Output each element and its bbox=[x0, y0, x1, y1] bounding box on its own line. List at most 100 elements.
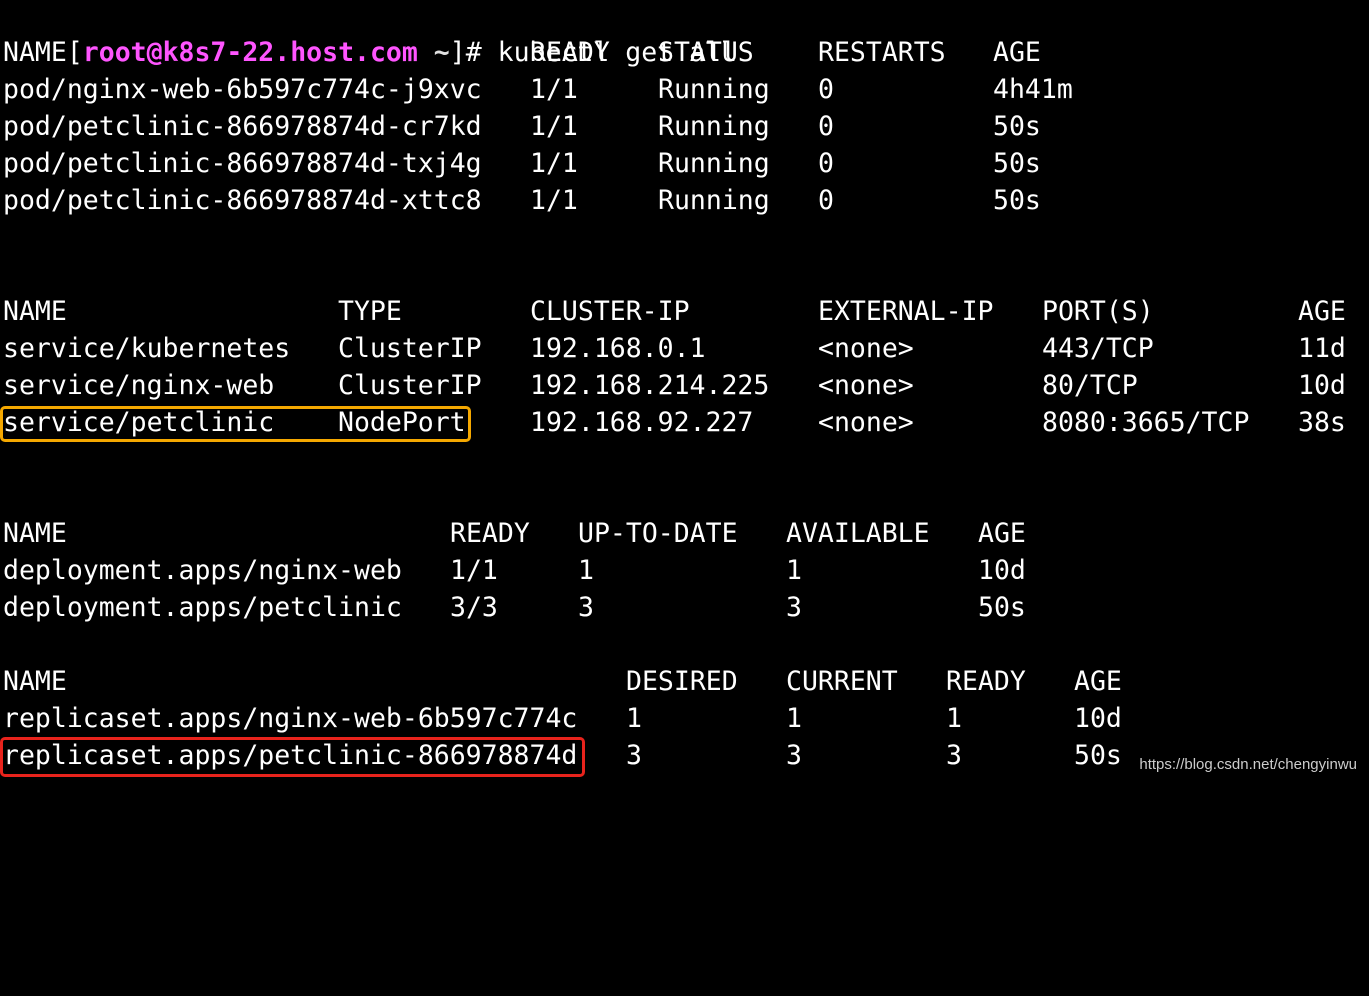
svc-col-cluster-ip: CLUSTER-IP bbox=[530, 296, 690, 327]
svc-type: NodePort bbox=[338, 407, 466, 438]
prompt-symbol: ]# bbox=[449, 37, 498, 68]
rs-age: 10d bbox=[1074, 703, 1122, 734]
svc-col-external-ip: EXTERNAL-IP bbox=[818, 296, 994, 327]
deploy-available: 1 bbox=[786, 555, 802, 586]
deploy-col-ready: READY bbox=[450, 518, 530, 549]
rs-desired: 1 bbox=[626, 703, 642, 734]
pod-restarts: 0 bbox=[818, 74, 834, 105]
svc-cluster-ip: 192.168.214.225 bbox=[530, 370, 770, 401]
svc-age: 11d bbox=[1298, 333, 1346, 364]
table-row: pod/petclinic-866978874d-xttc8 1/1 Runni… bbox=[3, 182, 1041, 219]
rs-ready: 3 bbox=[946, 740, 962, 771]
rs-col-current: CURRENT bbox=[786, 666, 898, 697]
pod-age: 50s bbox=[993, 185, 1041, 216]
prompt-user-host: root@k8s7-22.host.com bbox=[82, 37, 418, 68]
rs-ready: 1 bbox=[946, 703, 962, 734]
rs-desired: 3 bbox=[626, 740, 642, 771]
pod-status: Running bbox=[658, 111, 770, 142]
pod-age: 50s bbox=[993, 148, 1041, 179]
svc-col-age: AGE bbox=[1298, 296, 1346, 327]
pods-col-age: AGE bbox=[993, 37, 1041, 68]
deploy-up-to-date: 1 bbox=[578, 555, 594, 586]
svc-external-ip: <none> bbox=[818, 333, 914, 364]
deploy-name: deployment.apps/petclinic bbox=[3, 592, 402, 623]
deploy-col-up-to-date: UP-TO-DATE bbox=[578, 518, 738, 549]
svc-external-ip: <none> bbox=[818, 407, 914, 438]
pod-status: Running bbox=[658, 74, 770, 105]
svc-col-name: NAME bbox=[3, 296, 67, 327]
rs-name: replicaset.apps/nginx-web-6b597c774c bbox=[3, 703, 578, 734]
deploy-col-age: AGE bbox=[978, 518, 1026, 549]
pod-name: pod/petclinic-866978874d-cr7kd bbox=[3, 111, 482, 142]
services-header-row: NAME TYPE CLUSTER-IP EXTERNAL-IP PORT(S)… bbox=[3, 293, 1346, 330]
svc-type: ClusterIP bbox=[338, 333, 482, 364]
svc-type: ClusterIP bbox=[338, 370, 482, 401]
rs-current: 3 bbox=[786, 740, 802, 771]
pod-name: pod/nginx-web-6b597c774c-j9xvc bbox=[3, 74, 482, 105]
deploy-ready: 1/1 bbox=[450, 555, 498, 586]
pods-col-restarts: RESTARTS bbox=[818, 37, 946, 68]
pod-ready: 1/1 bbox=[530, 74, 578, 105]
pods-col-status: STATUS bbox=[658, 37, 754, 68]
rs-age: 50s bbox=[1074, 740, 1122, 771]
deploy-col-available: AVAILABLE bbox=[786, 518, 930, 549]
svc-name: service/kubernetes bbox=[3, 333, 291, 364]
svc-ports: 443/TCP bbox=[1042, 333, 1154, 364]
svc-cluster-ip: 192.168.92.227 bbox=[530, 407, 754, 438]
watermark-text: https://blog.csdn.net/chengyinwu bbox=[1139, 756, 1357, 773]
deploy-age: 50s bbox=[978, 592, 1026, 623]
pod-restarts: 0 bbox=[818, 148, 834, 179]
pod-ready: 1/1 bbox=[530, 185, 578, 216]
pod-ready: 1/1 bbox=[530, 148, 578, 179]
table-row: service/kubernetes ClusterIP 192.168.0.1… bbox=[3, 330, 1346, 367]
rs-col-name: NAME bbox=[3, 666, 67, 697]
table-row: deployment.apps/nginx-web 1/1 1 1 10d bbox=[3, 552, 1026, 589]
pods-col-name: NAME bbox=[3, 37, 67, 68]
pods-col-ready: READY bbox=[530, 37, 610, 68]
table-row: pod/petclinic-866978874d-cr7kd 1/1 Runni… bbox=[3, 108, 1041, 145]
svc-cluster-ip: 192.168.0.1 bbox=[530, 333, 706, 364]
svc-external-ip: <none> bbox=[818, 370, 914, 401]
table-row: service/petclinic NodePort 192.168.92.22… bbox=[3, 404, 1346, 441]
table-row: replicaset.apps/petclinic-866978874d 3 3… bbox=[3, 737, 1122, 774]
svc-name: service/petclinic bbox=[3, 407, 275, 438]
svc-ports: 8080:3665/TCP bbox=[1042, 407, 1250, 438]
deploy-up-to-date: 3 bbox=[578, 592, 594, 623]
rs-name: replicaset.apps/petclinic-866978874d bbox=[3, 740, 578, 771]
svc-age: 38s bbox=[1298, 407, 1346, 438]
prompt-open-bracket: [ bbox=[66, 37, 83, 68]
pod-status: Running bbox=[658, 148, 770, 179]
table-row: pod/petclinic-866978874d-txj4g 1/1 Runni… bbox=[3, 145, 1041, 182]
pod-restarts: 0 bbox=[818, 185, 834, 216]
svc-col-type: TYPE bbox=[338, 296, 402, 327]
deploy-ready: 3/3 bbox=[450, 592, 498, 623]
table-row: service/nginx-web ClusterIP 192.168.214.… bbox=[3, 367, 1346, 404]
rs-col-age: AGE bbox=[1074, 666, 1122, 697]
table-row: pod/nginx-web-6b597c774c-j9xvc 1/1 Runni… bbox=[3, 71, 1073, 108]
deploy-age: 10d bbox=[978, 555, 1026, 586]
pod-name: pod/petclinic-866978874d-txj4g bbox=[3, 148, 482, 179]
rs-current: 1 bbox=[786, 703, 802, 734]
svc-age: 10d bbox=[1298, 370, 1346, 401]
pod-age: 50s bbox=[993, 111, 1041, 142]
pod-age: 4h41m bbox=[993, 74, 1073, 105]
table-row: replicaset.apps/nginx-web-6b597c774c 1 1… bbox=[3, 700, 1122, 737]
deploy-name: deployment.apps/nginx-web bbox=[3, 555, 402, 586]
pod-name: pod/petclinic-866978874d-xttc8 bbox=[3, 185, 482, 216]
prompt-cwd: ~ bbox=[417, 37, 450, 68]
svc-ports: 80/TCP bbox=[1042, 370, 1138, 401]
prompt-line: [root@k8s7-22.host.com ~]# kubectl get a… bbox=[3, 0, 737, 68]
pod-restarts: 0 bbox=[818, 111, 834, 142]
pod-status: Running bbox=[658, 185, 770, 216]
svc-col-ports: PORT(S) bbox=[1042, 296, 1154, 327]
pods-header-row: NAME READY STATUS RESTARTS AGE bbox=[3, 34, 1041, 71]
rs-col-ready: READY bbox=[946, 666, 1026, 697]
pod-ready: 1/1 bbox=[530, 111, 578, 142]
deploy-col-name: NAME bbox=[3, 518, 67, 549]
replicasets-header-row: NAME DESIRED CURRENT READY AGE bbox=[3, 663, 1122, 700]
svc-name: service/nginx-web bbox=[3, 370, 275, 401]
terminal-window[interactable]: [root@k8s7-22.host.com ~]# kubectl get a… bbox=[0, 0, 1369, 783]
deploy-available: 3 bbox=[786, 592, 802, 623]
deployments-header-row: NAME READY UP-TO-DATE AVAILABLE AGE bbox=[3, 515, 1026, 552]
rs-col-desired: DESIRED bbox=[626, 666, 738, 697]
